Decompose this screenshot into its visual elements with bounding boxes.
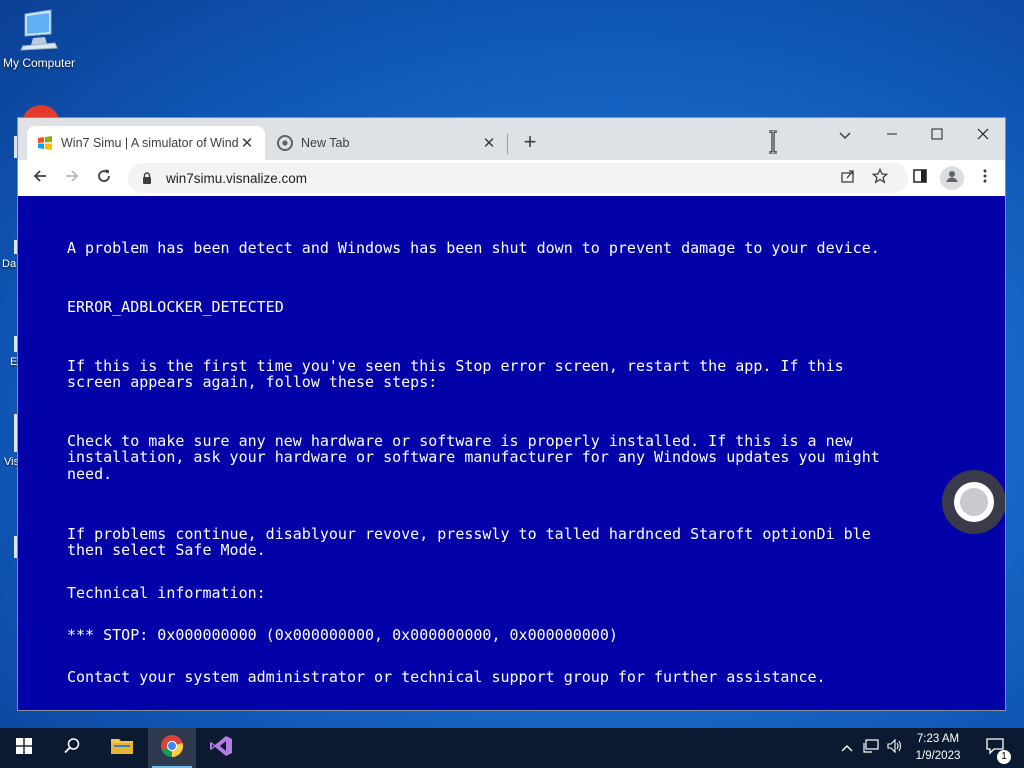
notification-badge: 1: [997, 749, 1011, 764]
tab-separator: [507, 134, 508, 154]
speaker-icon: [887, 738, 903, 758]
tab-win7simu[interactable]: Win7 Simu | A simulator of Wind ✕: [27, 126, 265, 160]
share-button[interactable]: [836, 166, 860, 190]
tab-title: New Tab: [301, 136, 350, 150]
star-icon: [871, 167, 889, 189]
bsod-paragraph: If problems continue, disablyour revove,…: [67, 525, 871, 560]
close-tab-icon[interactable]: ✕: [481, 134, 497, 152]
reload-icon: [96, 168, 112, 189]
bsod-screen: A problem has been detect and Windows ha…: [18, 196, 1005, 710]
taskbar: 7:23 AM 1/9/2023 1: [0, 728, 1024, 768]
maximize-icon: [931, 127, 943, 145]
my-computer-desktop-icon[interactable]: My Computer: [0, 8, 78, 78]
minimize-button[interactable]: [875, 122, 909, 150]
browser-toolbar: win7simu.visnalize.com: [18, 160, 1005, 196]
chevron-down-icon: [839, 127, 851, 145]
network-icon: [863, 738, 879, 758]
address-bar[interactable]: win7simu.visnalize.com: [128, 163, 908, 193]
taskbar-visual-studio[interactable]: [197, 728, 245, 768]
loading-spinner-icon: [942, 470, 1005, 534]
bsod-contact: Contact your system administrator or tec…: [67, 668, 826, 686]
reload-button[interactable]: [92, 166, 116, 190]
more-vertical-icon: [977, 168, 993, 189]
arrow-right-icon: [64, 168, 80, 189]
bsod-headline: A problem has been detect and Windows ha…: [67, 239, 880, 257]
chevron-up-icon: [841, 739, 853, 757]
tab-title: Win7 Simu | A simulator of Wind: [61, 136, 239, 150]
windows-start-icon: [16, 737, 32, 759]
clock-time: 7:23 AM: [916, 733, 960, 745]
start-button[interactable]: [0, 728, 48, 768]
chrome-icon: [160, 734, 184, 763]
desktop-icon-label: My Computer: [2, 56, 76, 70]
bsod-error-code: ERROR_ADBLOCKER_DETECTED: [67, 298, 284, 316]
profile-button[interactable]: [940, 166, 964, 190]
folder-icon: [110, 736, 134, 761]
taskbar-file-explorer[interactable]: [98, 728, 146, 768]
url-text: win7simu.visnalize.com: [166, 170, 308, 186]
notification-icon: 1: [985, 737, 1011, 764]
network-tray-button[interactable]: [860, 728, 882, 768]
close-window-button[interactable]: [966, 122, 1000, 150]
computer-icon: [19, 8, 59, 52]
lock-icon: [140, 171, 154, 185]
taskbar-search-button[interactable]: [48, 728, 96, 768]
new-tab-button[interactable]: +: [518, 131, 542, 155]
windows-logo-favicon-icon: [37, 135, 53, 151]
desktop-label-fragment: Da: [2, 258, 17, 270]
forward-button[interactable]: [60, 166, 84, 190]
chrome-favicon-icon: [277, 135, 293, 151]
side-panel-icon: [912, 168, 928, 189]
visual-studio-icon: [209, 734, 233, 763]
back-button[interactable]: [28, 166, 52, 190]
close-icon: [977, 127, 989, 145]
arrow-left-icon: [32, 168, 48, 189]
bsod-paragraph: Check to make sure any new hardware or s…: [67, 432, 880, 483]
tab-search-button[interactable]: [828, 122, 862, 150]
tab-new-tab[interactable]: New Tab ✕: [267, 126, 507, 160]
minimize-icon: [886, 127, 898, 145]
taskbar-clock[interactable]: 7:23 AM 1/9/2023: [906, 731, 970, 765]
notification-center-button[interactable]: 1: [980, 728, 1011, 768]
clock-date: 1/9/2023: [915, 750, 961, 762]
show-hidden-icons-button[interactable]: [836, 728, 858, 768]
search-icon: [63, 737, 81, 760]
bookmark-button[interactable]: [868, 166, 892, 190]
mouse-cursor-icon: [768, 129, 778, 159]
browser-window: Win7 Simu | A simulator of Wind ✕ New Ta…: [17, 117, 1006, 711]
bsod-tech-header: Technical information:: [67, 584, 266, 602]
taskbar-chrome[interactable]: [148, 728, 196, 768]
side-panel-button[interactable]: [908, 166, 932, 190]
spinner-ring: [954, 482, 994, 522]
volume-tray-button[interactable]: [884, 728, 906, 768]
close-tab-icon[interactable]: ✕: [239, 134, 255, 152]
bsod-stop-line: *** STOP: 0x000000000 (0x000000000, 0x00…: [67, 626, 618, 644]
maximize-button[interactable]: [920, 122, 954, 150]
menu-button[interactable]: [973, 166, 997, 190]
bsod-paragraph: If this is the first time you've seen th…: [67, 357, 844, 392]
share-icon: [840, 168, 856, 189]
tab-strip: Win7 Simu | A simulator of Wind ✕ New Ta…: [18, 118, 1005, 160]
person-icon: [944, 168, 960, 189]
